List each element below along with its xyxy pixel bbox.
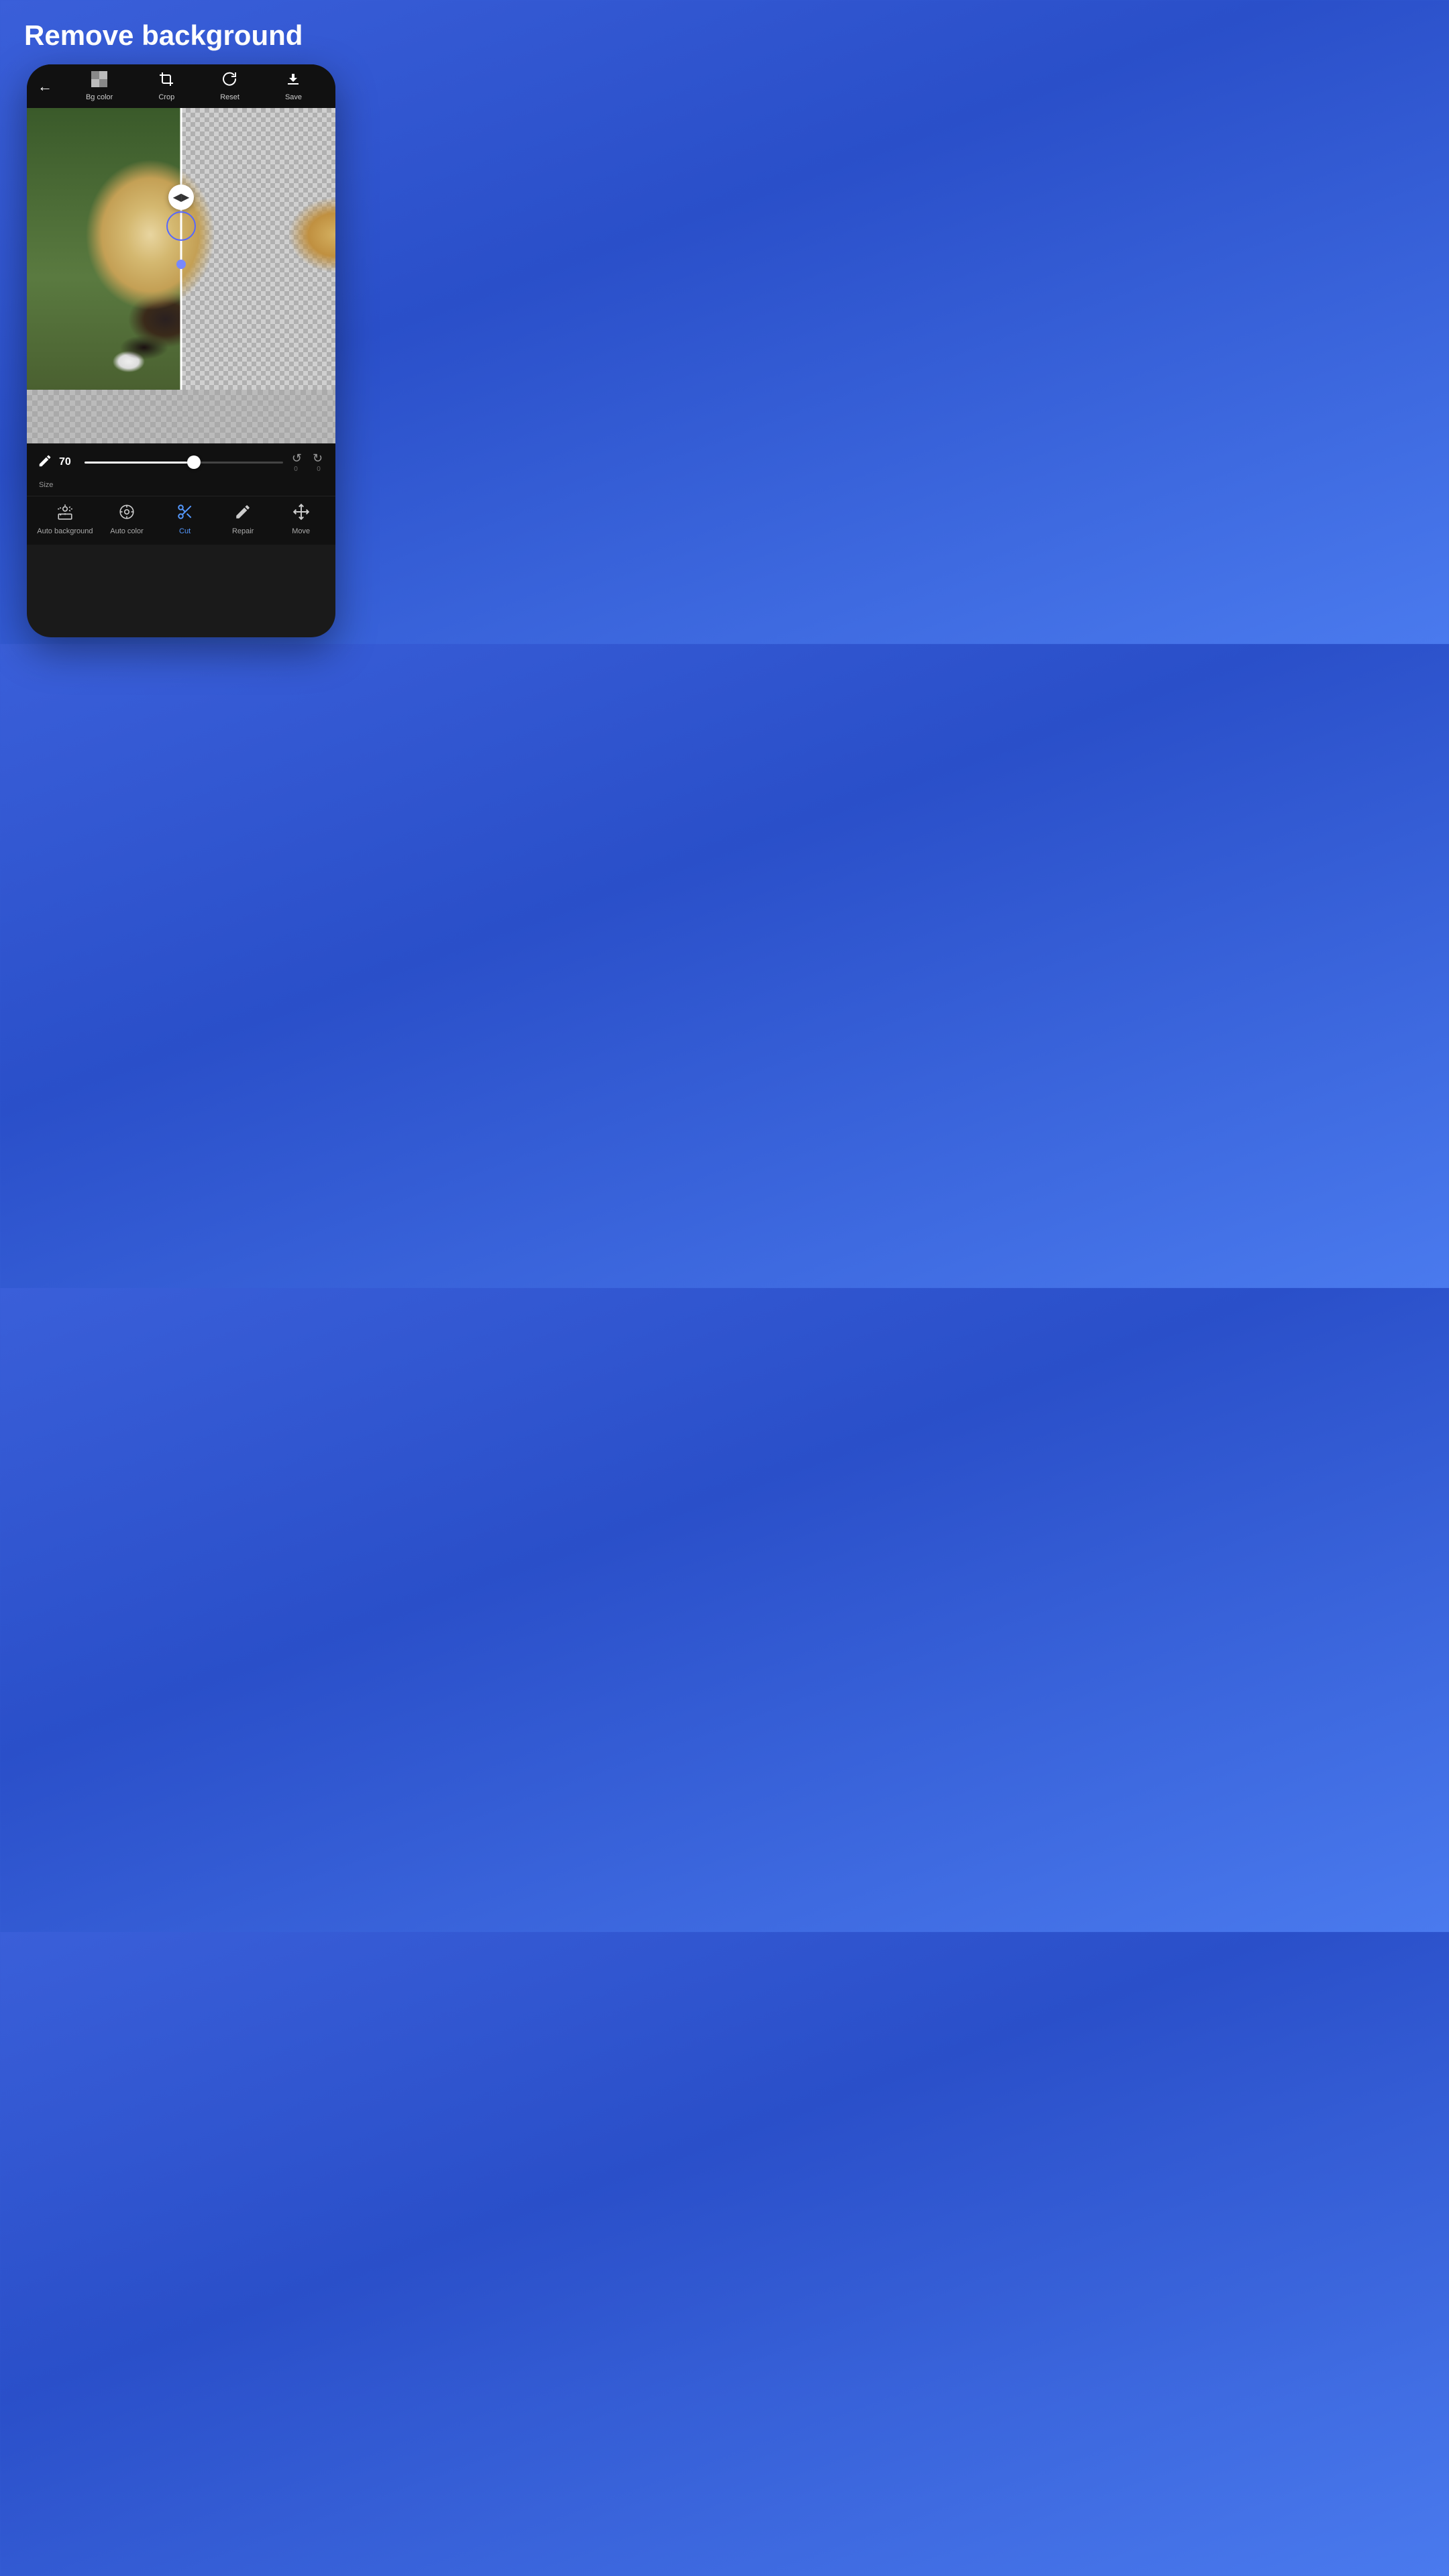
toolbar-item-save[interactable]: Save — [285, 71, 302, 101]
checkerboard-icon — [91, 71, 107, 91]
drag-handle[interactable]: ◀▶ — [166, 184, 196, 269]
move-icon — [292, 503, 310, 525]
tool-move[interactable]: Move — [277, 503, 325, 535]
dog-cutout — [181, 108, 335, 390]
undo-button[interactable]: ↺ — [292, 451, 302, 466]
image-transparent-side — [181, 108, 335, 390]
size-label-row: Size — [27, 478, 335, 496]
image-comparison-area[interactable]: ◀▶ — [27, 108, 335, 390]
bottom-checker-strip — [27, 390, 335, 443]
save-icon — [285, 71, 301, 91]
size-slider[interactable] — [85, 455, 283, 469]
toolbar-bg-color-label: Bg color — [86, 93, 113, 101]
toolbar-save-label: Save — [285, 93, 302, 101]
brush-tool-icon — [38, 453, 52, 472]
size-label: Size — [38, 481, 53, 489]
tool-move-label: Move — [292, 527, 310, 535]
toolbar-item-crop[interactable]: Crop — [158, 71, 174, 101]
tool-cut-label: Cut — [179, 527, 191, 535]
tool-repair-label: Repair — [232, 527, 254, 535]
dog-original — [27, 108, 181, 390]
tool-auto-background[interactable]: Auto background — [37, 503, 93, 535]
tool-repair[interactable]: Repair — [219, 503, 267, 535]
repair-icon — [234, 503, 252, 525]
brush-circle — [166, 211, 196, 241]
tool-auto-color[interactable]: Auto color — [103, 503, 151, 535]
size-value: 70 — [59, 456, 78, 468]
page-title: Remove background — [0, 0, 362, 64]
tool-auto-background-label: Auto background — [37, 527, 93, 535]
undo-redo-controls: ↺ ↻ 0 0 — [290, 451, 325, 473]
toolbar-item-bg-color[interactable]: Bg color — [86, 71, 113, 101]
drag-arrows: ◀▶ — [168, 184, 194, 210]
redo-button[interactable]: ↻ — [313, 451, 323, 466]
slider-track — [85, 462, 283, 464]
reset-icon — [222, 71, 238, 91]
bottom-toolbar: Auto background Auto color — [27, 496, 335, 545]
slider-fill — [85, 462, 194, 464]
redo-count: 0 — [313, 466, 325, 473]
toolbar-crop-label: Crop — [158, 93, 174, 101]
undo-count: 0 — [290, 466, 302, 473]
tool-cut[interactable]: Cut — [161, 503, 209, 535]
back-button[interactable]: ← — [38, 79, 52, 94]
tool-auto-color-label: Auto color — [110, 527, 144, 535]
crop-icon — [158, 71, 174, 91]
drag-indicator — [176, 260, 186, 269]
auto-background-icon — [56, 503, 74, 525]
toolbar-items: Bg color Crop — [63, 71, 325, 101]
top-toolbar: ← Bg color — [27, 64, 335, 108]
toolbar-reset-label: Reset — [220, 93, 239, 101]
image-original-side — [27, 108, 181, 390]
undo-redo-buttons: ↺ ↻ — [292, 451, 323, 466]
toolbar-item-reset[interactable]: Reset — [220, 71, 239, 101]
auto-color-icon — [118, 503, 136, 525]
slider-thumb[interactable] — [187, 455, 201, 469]
undo-redo-labels: 0 0 — [290, 466, 325, 473]
phone-frame: ← Bg color — [27, 64, 335, 637]
size-control-row: 70 ↺ ↻ 0 0 — [27, 443, 335, 478]
cut-icon — [176, 503, 194, 525]
